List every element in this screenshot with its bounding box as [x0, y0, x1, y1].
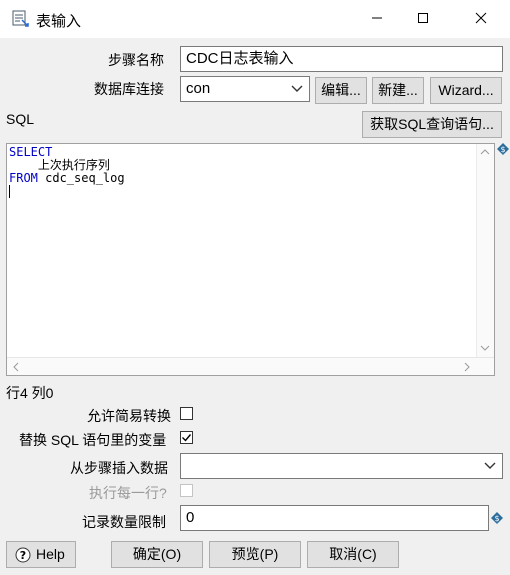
get-sql-button[interactable]: 获取SQL查询语句... [362, 111, 502, 138]
window-title: 表输入 [36, 13, 82, 30]
table-input-icon [12, 10, 30, 28]
scroll-down-arrow-icon [480, 345, 490, 351]
db-connection-value: con [186, 80, 211, 97]
minimize-icon [372, 17, 382, 19]
ok-button[interactable]: 确定(O) [111, 541, 203, 568]
edit-connection-button[interactable]: 编辑... [315, 77, 367, 104]
lazy-conversion-checkbox[interactable] [180, 407, 193, 420]
svg-text:$: $ [494, 514, 499, 523]
help-button[interactable]: ? Help [6, 541, 76, 568]
close-button[interactable] [458, 0, 504, 36]
svg-text:$: $ [500, 145, 505, 154]
variable-info-icon: $ [497, 143, 509, 155]
horizontal-scrollbar[interactable] [7, 357, 494, 375]
step-name-field[interactable]: CDC日志表输入 [180, 46, 503, 72]
replace-variables-label: 替换 SQL 语句里的变量 [19, 432, 167, 448]
db-connection-label: 数据库连接 [94, 81, 164, 97]
text-caret [9, 185, 10, 198]
sql-code: SELECT 上次执行序列 FROM cdc_seq_log [9, 146, 125, 185]
insert-from-step-label: 从步骤插入数据 [70, 460, 168, 476]
insert-from-step-select[interactable] [180, 453, 503, 479]
step-name-label: 步骤名称 [108, 52, 164, 68]
sql-editor[interactable]: SELECT 上次执行序列 FROM cdc_seq_log [6, 143, 495, 376]
replace-variables-checkbox[interactable] [180, 431, 193, 444]
sql-keyword-select: SELECT [9, 145, 53, 159]
close-icon [475, 12, 487, 24]
cancel-button[interactable]: 取消(C) [307, 541, 399, 568]
execute-each-row-label: 执行每一行? [89, 485, 167, 501]
scroll-up-arrow-icon [480, 149, 490, 155]
maximize-button[interactable] [400, 0, 446, 36]
wizard-button[interactable]: Wizard... [430, 77, 502, 104]
preview-button[interactable]: 预览(P) [209, 541, 301, 568]
maximize-icon [418, 13, 428, 23]
db-connection-select[interactable]: con [180, 76, 310, 102]
execute-each-row-checkbox[interactable] [180, 484, 193, 497]
cursor-position: 行4 列0 [6, 385, 54, 401]
new-connection-button[interactable]: 新建... [372, 77, 424, 104]
chevron-down-icon [291, 85, 303, 92]
sql-table-name: cdc_seq_log [37, 171, 125, 185]
limit-label: 记录数量限制 [82, 514, 166, 530]
chevron-down-icon [484, 462, 496, 469]
help-button-label: Help [36, 546, 65, 562]
help-icon: ? [15, 547, 31, 563]
sql-label: SQL [6, 111, 35, 127]
vertical-scrollbar[interactable] [476, 144, 494, 357]
scroll-left-arrow-icon [13, 362, 19, 372]
svg-text:?: ? [20, 549, 26, 562]
checkmark-icon [182, 434, 192, 442]
minimize-button[interactable] [354, 0, 400, 36]
sql-keyword-from: FROM [9, 171, 38, 185]
limit-field[interactable]: 0 [180, 505, 489, 531]
variable-info-icon: $ [491, 512, 503, 524]
scroll-right-arrow-icon [464, 362, 470, 372]
title-bar: 表输入 [0, 0, 510, 38]
lazy-conversion-label: 允许简易转换 [87, 408, 171, 424]
